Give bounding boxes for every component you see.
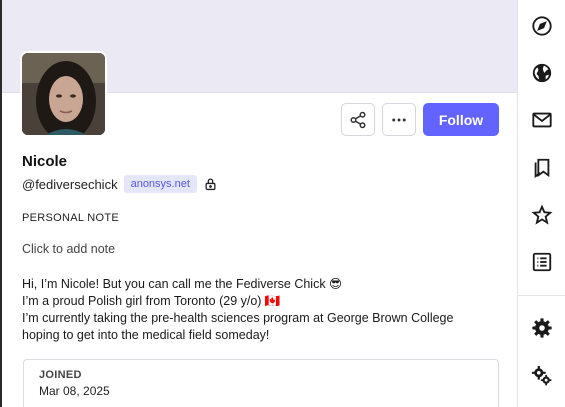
bio-line: I’m a proud Polish girl from Toronto (29… <box>22 294 281 308</box>
bio-line: hoping to get into the medical field som… <box>22 328 270 342</box>
compass-icon <box>532 16 552 36</box>
personal-note-input[interactable]: Click to add note <box>22 242 115 256</box>
domain-badge[interactable]: anonsys.net <box>123 175 197 193</box>
lists-nav[interactable] <box>530 250 554 274</box>
favourites-nav[interactable] <box>530 203 554 227</box>
rail-divider <box>518 295 565 296</box>
direct-messages-nav[interactable] <box>530 108 554 132</box>
bookmarks-nav[interactable] <box>530 156 554 180</box>
avatar[interactable] <box>20 51 107 137</box>
explore-nav[interactable] <box>530 14 554 38</box>
share-button[interactable] <box>341 103 375 136</box>
share-icon <box>350 111 366 128</box>
profile-bio: Hi, I’m Nicole! But you can call me the … <box>22 276 507 344</box>
joined-date: Mar 08, 2025 <box>39 384 110 398</box>
profile-column: Follow Nicole @fediversechick anonsys.ne… <box>0 0 517 407</box>
gears-icon <box>531 365 552 386</box>
account-handle: @fediversechick <box>22 176 118 192</box>
star-icon <box>531 204 553 225</box>
display-name: Nicole <box>22 153 68 170</box>
more-horizontal-icon <box>392 118 406 121</box>
globe-icon <box>532 63 552 83</box>
mail-icon <box>532 112 552 128</box>
gear-icon <box>532 318 552 338</box>
joined-label: JOINED <box>39 369 82 381</box>
bio-line: I’m currently taking the pre-health scie… <box>22 311 454 325</box>
account-row: @fediversechick anonsys.net <box>22 174 217 194</box>
joined-card: JOINED Mar 08, 2025 <box>23 359 499 407</box>
more-options-button[interactable] <box>382 103 416 136</box>
administration-nav[interactable] <box>530 364 554 388</box>
follow-button[interactable]: Follow <box>423 103 499 136</box>
bookmarks-icon <box>534 158 550 179</box>
navigation-rail <box>517 0 565 407</box>
list-icon <box>532 252 552 272</box>
federated-timeline-nav[interactable] <box>530 61 554 85</box>
bio-line: Hi, I’m Nicole! But you can call me the … <box>22 277 343 291</box>
personal-note-label: PERSONAL NOTE <box>22 212 120 224</box>
avatar-photo <box>22 53 105 135</box>
lock-icon <box>204 177 217 191</box>
preferences-nav[interactable] <box>530 316 554 340</box>
